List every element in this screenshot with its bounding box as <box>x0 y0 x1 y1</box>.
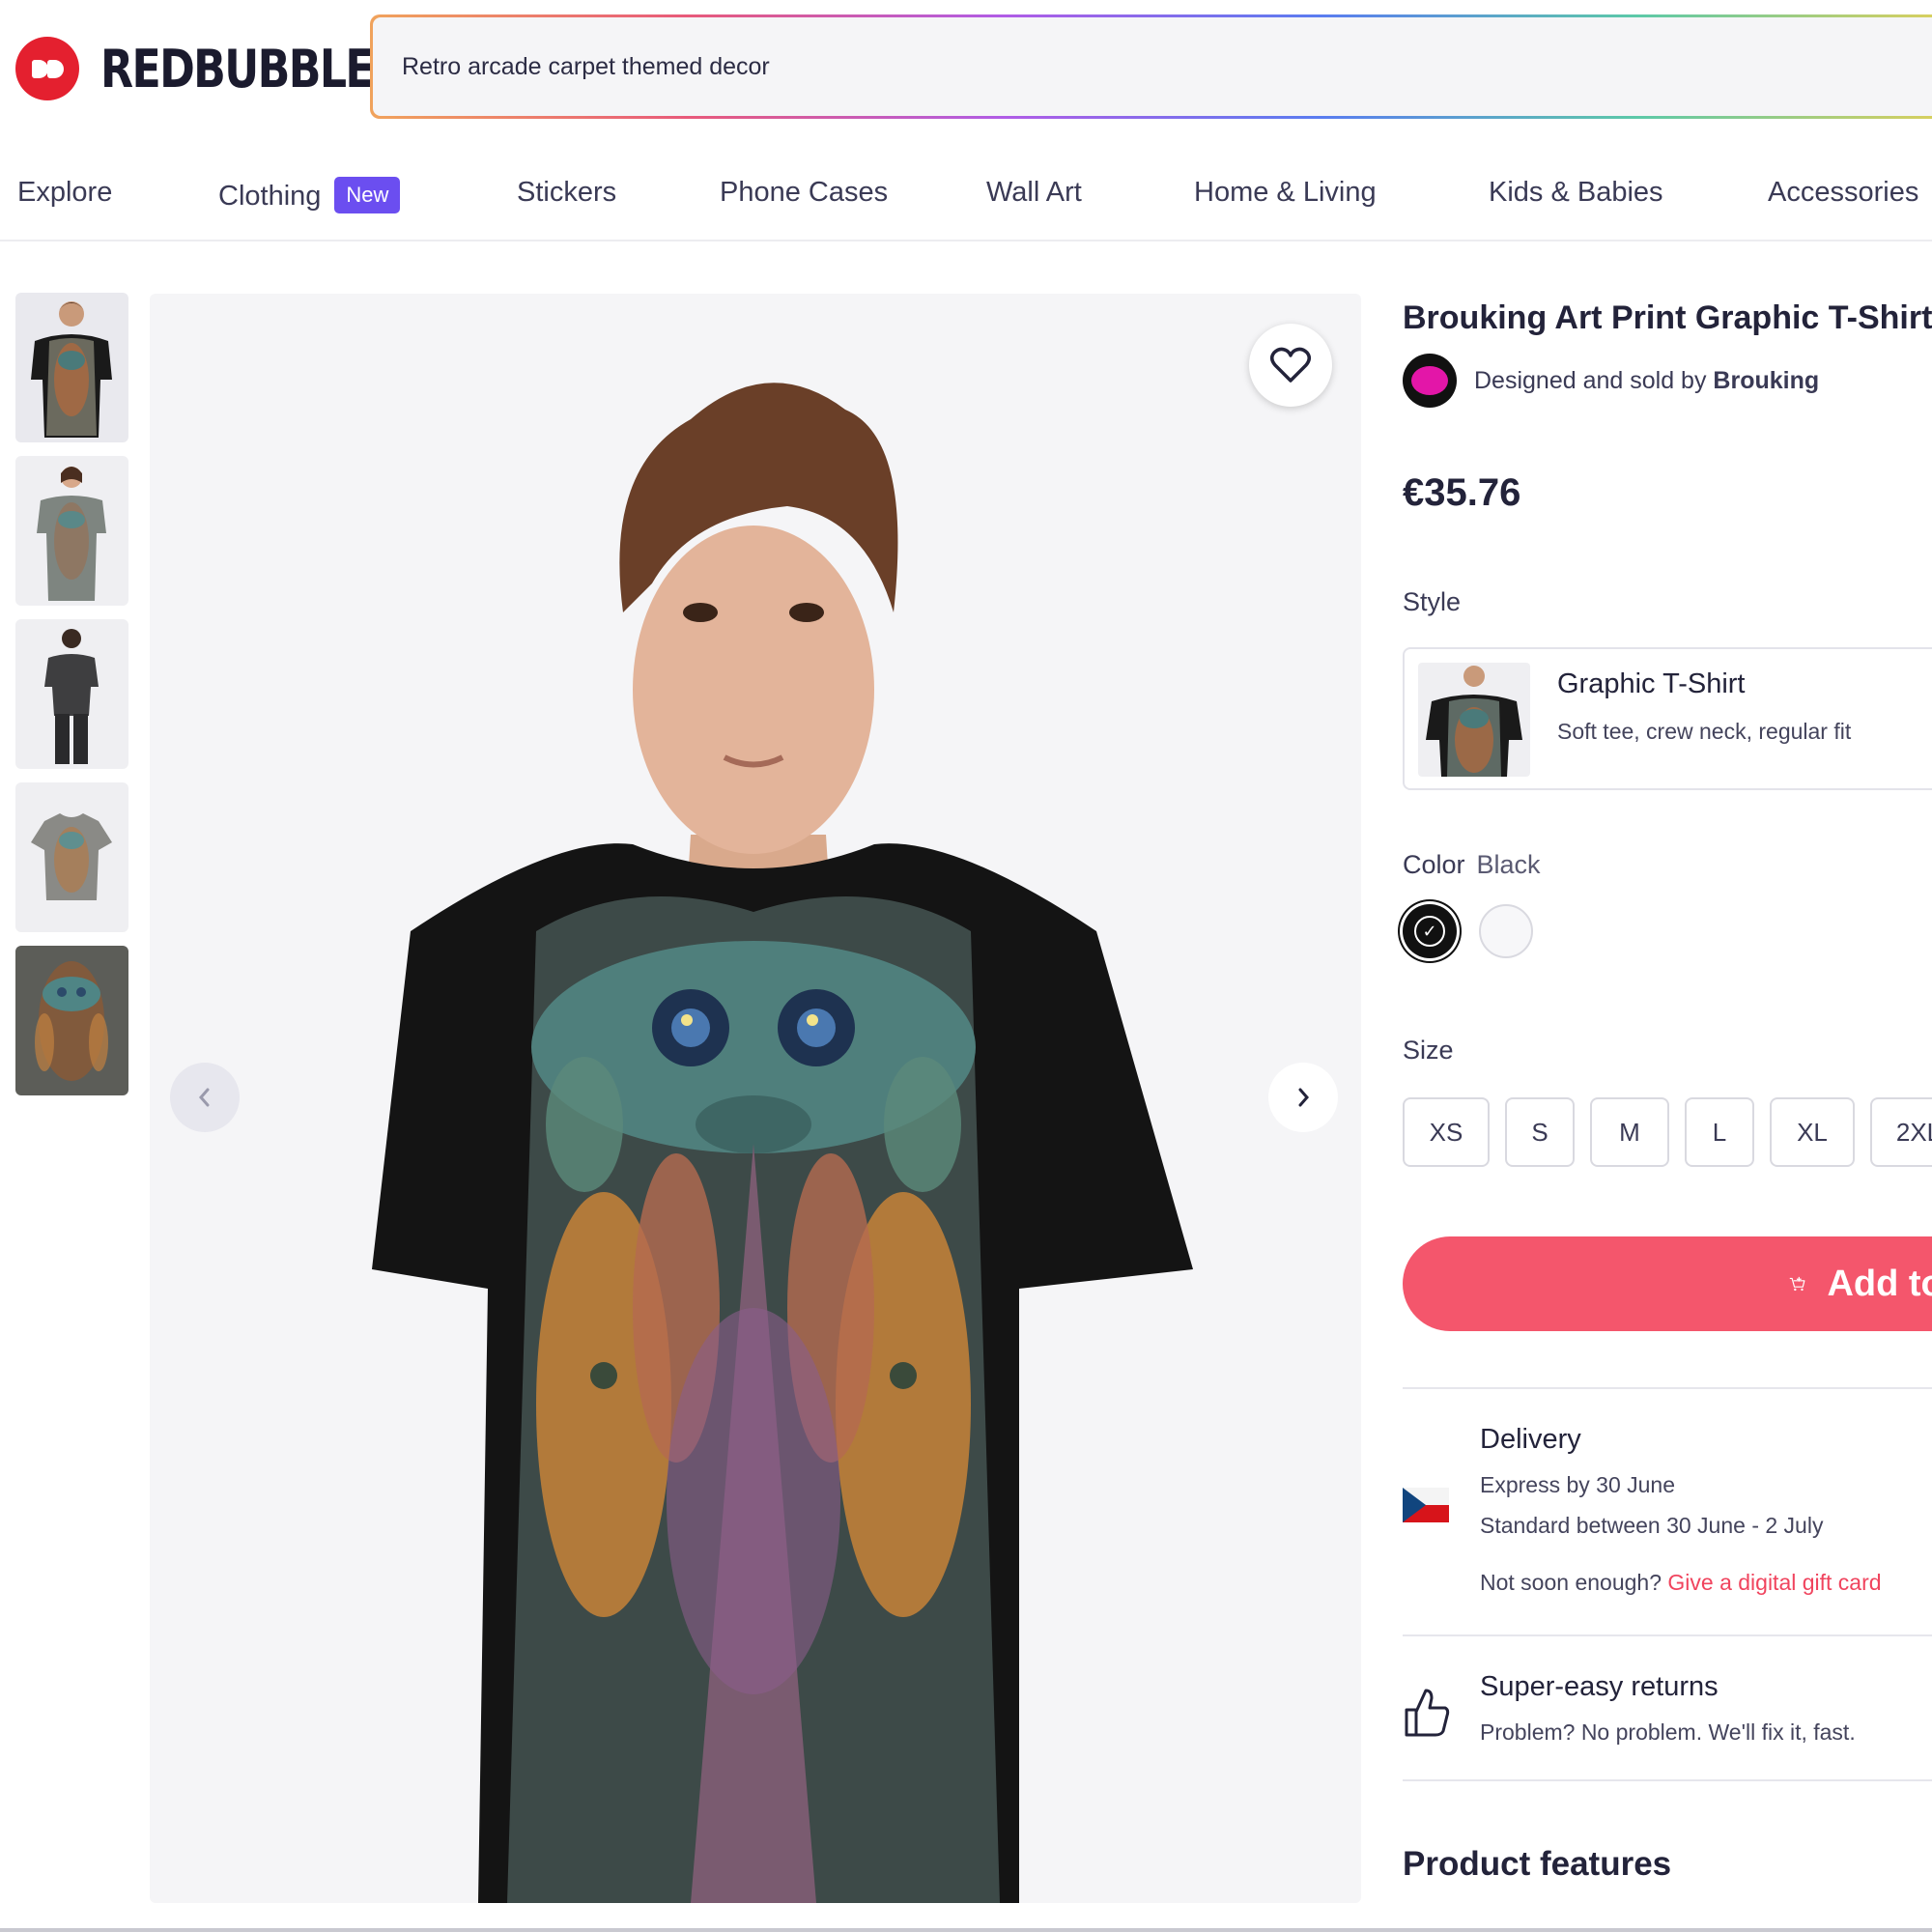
thumbnail-front-model[interactable] <box>15 293 128 442</box>
thumbnail-strip <box>15 293 128 1109</box>
nav-item-stickers[interactable]: Stickers <box>517 177 616 209</box>
cart-plus-icon <box>1789 1276 1805 1292</box>
nav-item-explore[interactable]: Explore <box>17 177 112 209</box>
nav-item-wall-art[interactable]: Wall Art <box>986 177 1082 209</box>
selected-color-value: Black <box>1476 850 1541 879</box>
style-label: Style <box>1403 587 1462 616</box>
delivery-title: Delivery <box>1480 1424 1581 1455</box>
brand-name: REDBUBBLE <box>100 38 375 99</box>
seller-avatar[interactable] <box>1403 354 1457 408</box>
add-to-cart-button[interactable]: Add to cart <box>1403 1236 1932 1331</box>
size-label: Size <box>1403 1036 1454 1065</box>
size-option-m[interactable]: M <box>1590 1097 1669 1167</box>
redbubble-logo-icon <box>15 37 79 100</box>
style-selector[interactable]: Graphic T-Shirt Soft tee, crew neck, reg… <box>1403 647 1932 790</box>
nav-item-clothing[interactable]: Clothing New <box>218 177 401 213</box>
seller-prefix: Designed and sold by <box>1474 366 1707 394</box>
gift-card-link[interactable]: Give a digital gift card <box>1667 1570 1881 1595</box>
model-wearing-tshirt-illustration <box>372 383 1193 1903</box>
chevron-right-icon <box>1298 1088 1309 1107</box>
size-option-xl[interactable]: XL <box>1770 1097 1855 1167</box>
divider <box>1403 1387 1932 1389</box>
next-image-button[interactable] <box>1268 1063 1338 1132</box>
new-badge: New <box>334 177 401 213</box>
thumbnail-woman-model[interactable] <box>15 456 128 606</box>
returns-title: Super-easy returns <box>1480 1671 1719 1702</box>
delivery-not-soon: Not soon enough? Give a digital gift car… <box>1480 1570 1882 1595</box>
page-bottom-border <box>0 1928 1932 1932</box>
color-swatch-white[interactable] <box>1479 904 1533 958</box>
thumbnail-back-model[interactable] <box>15 619 128 769</box>
add-to-cart-label: Add to cart <box>1827 1263 1932 1304</box>
delivery-express: Express by 30 June <box>1480 1472 1676 1497</box>
nav-item-accessories[interactable]: Accessories <box>1768 177 1918 209</box>
thumbs-up-icon <box>1405 1689 1450 1737</box>
size-option-s[interactable]: S <box>1505 1097 1575 1167</box>
returns-text: Problem? No problem. We'll fix it, fast. <box>1480 1719 1856 1745</box>
category-nav: Explore Clothing New Stickers Phone Cases… <box>0 159 1932 242</box>
chevron-left-icon <box>199 1088 210 1107</box>
product-title: Brouking Art Print Graphic T-Shirt <box>1403 299 1932 336</box>
seller-name-link[interactable]: Brouking <box>1713 367 1819 394</box>
color-swatch-black[interactable]: ✓ <box>1403 904 1457 958</box>
divider <box>1403 1634 1932 1636</box>
delivery-standard: Standard between 30 June - 2 July <box>1480 1513 1824 1538</box>
nav-item-phone-cases[interactable]: Phone Cases <box>720 177 888 209</box>
previous-image-button[interactable] <box>170 1063 240 1132</box>
product-features-title: Product features <box>1403 1845 1672 1883</box>
search-bar <box>370 14 1932 119</box>
search-input[interactable] <box>402 52 1932 81</box>
product-main-image <box>150 294 1361 1903</box>
thumbnail-flat-shirt[interactable] <box>15 782 128 932</box>
size-option-l[interactable]: L <box>1685 1097 1754 1167</box>
color-label: Color <box>1403 850 1465 879</box>
checkmark-icon: ✓ <box>1414 916 1445 947</box>
czech-flag-icon <box>1403 1488 1449 1522</box>
divider <box>1403 1779 1932 1781</box>
nav-item-home-living[interactable]: Home & Living <box>1194 177 1377 209</box>
size-option-2xl[interactable]: 2XL <box>1870 1097 1932 1167</box>
color-label-row: Color Black <box>1403 850 1541 880</box>
site-header: REDBUBBLE <box>0 0 1932 135</box>
style-thumbnail <box>1418 663 1530 777</box>
thumbnail-print-pattern[interactable] <box>15 946 128 1095</box>
style-description: Soft tee, crew neck, regular fit <box>1557 719 1852 744</box>
heart-outline-icon <box>1270 347 1311 383</box>
nav-item-kids-babies[interactable]: Kids & Babies <box>1489 177 1663 209</box>
seller-info: Designed and sold by Brouking <box>1403 354 1819 408</box>
favorite-button[interactable] <box>1249 324 1332 407</box>
product-price: €35.76 <box>1403 471 1521 514</box>
size-option-xs[interactable]: XS <box>1403 1097 1490 1167</box>
style-name: Graphic T-Shirt <box>1557 668 1746 699</box>
